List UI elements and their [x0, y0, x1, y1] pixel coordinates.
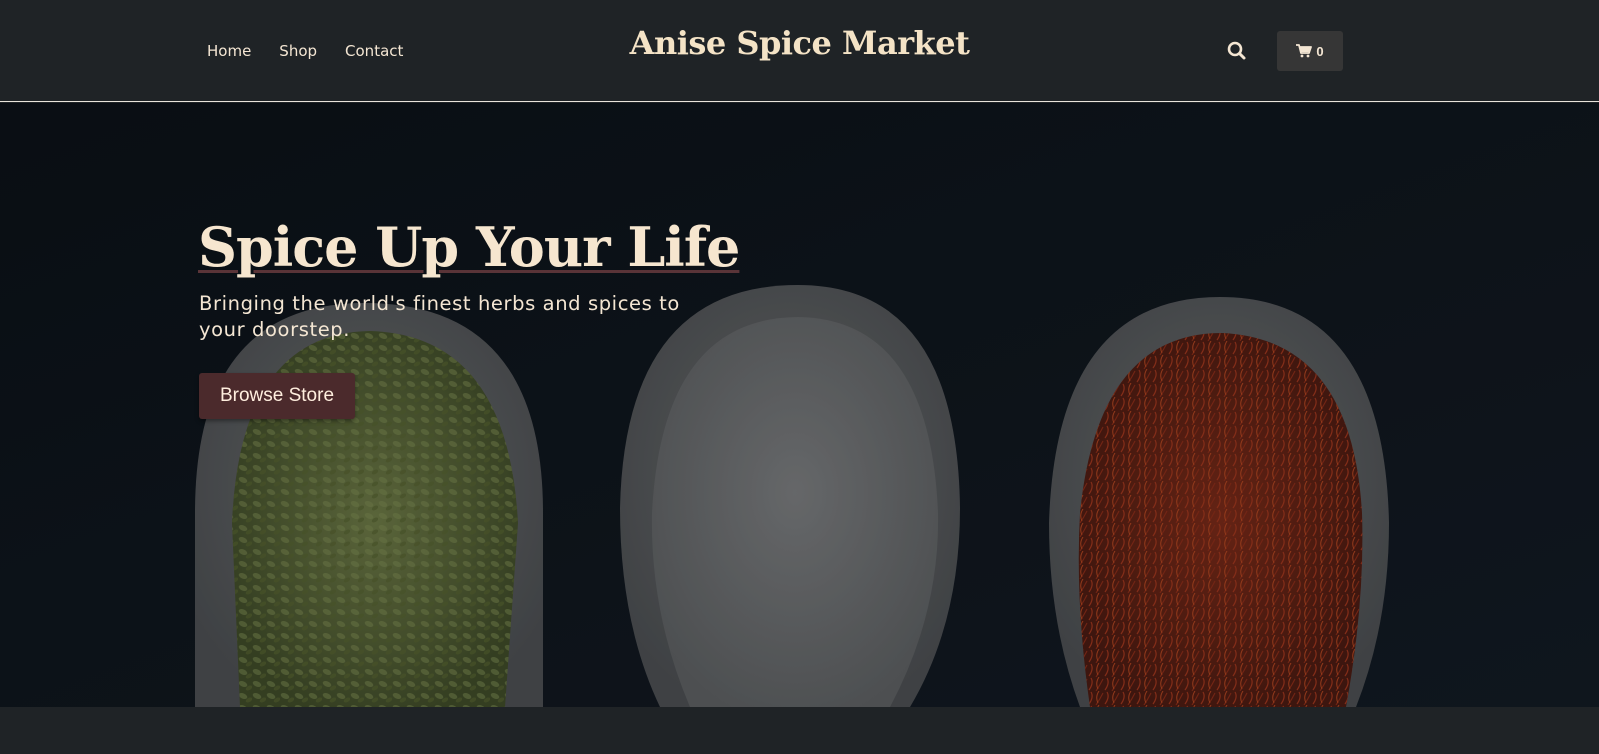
site-header: Home Shop Contact Anise Spice Market 0 [0, 0, 1599, 102]
shopping-cart-icon [1296, 44, 1313, 58]
hero-title: Spice Up Your Life [198, 215, 740, 279]
cart-count: 0 [1316, 43, 1324, 59]
hero-banner: Spice Up Your Life Bringing the world's … [0, 103, 1599, 707]
browse-store-button[interactable]: Browse Store [199, 373, 355, 419]
cart-button[interactable]: 0 [1277, 31, 1343, 71]
hero-subtitle: Bringing the world's finest herbs and sp… [199, 292, 680, 341]
search-button[interactable] [1222, 38, 1252, 64]
site-logo-title[interactable]: Anise Spice Market [0, 24, 1599, 62]
page-section-below-hero [0, 707, 1599, 754]
search-icon [1227, 41, 1246, 60]
